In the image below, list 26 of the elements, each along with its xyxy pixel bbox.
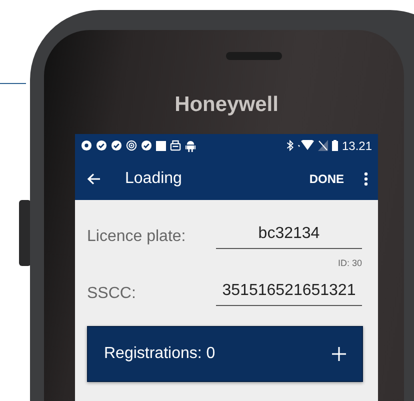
square-icon [156, 140, 166, 150]
notification-icon [81, 140, 92, 151]
check-circle-icon [111, 140, 122, 151]
battery-icon [332, 140, 338, 151]
id-note: ID: 30 [338, 257, 362, 270]
check-circle-icon [96, 140, 107, 151]
wifi-icon [298, 140, 314, 151]
field-label: Licence plate: [87, 227, 186, 247]
input-field[interactable]: 351516521651321 [216, 279, 362, 306]
android-icon [185, 140, 196, 152]
more-options-icon[interactable] [364, 172, 368, 186]
status-time: 13.21 [342, 138, 372, 154]
input-field[interactable]: bc32134 [216, 222, 362, 249]
tray-icon [170, 140, 181, 151]
registrations-button[interactable]: Registrations: 0 [87, 326, 363, 382]
brand-label: Honeywell [174, 94, 280, 115]
speaker-slot [226, 52, 282, 60]
screen-title: Loading [125, 168, 182, 188]
back-arrow-icon[interactable] [87, 172, 101, 184]
target-icon [126, 140, 137, 151]
plus-icon [332, 347, 346, 361]
done-button[interactable]: DONE [305, 168, 348, 190]
field-label: SSCC: [87, 284, 136, 304]
check-circle-icon [141, 140, 152, 151]
no-signal-icon [318, 140, 328, 151]
bluetooth-icon [286, 140, 294, 151]
